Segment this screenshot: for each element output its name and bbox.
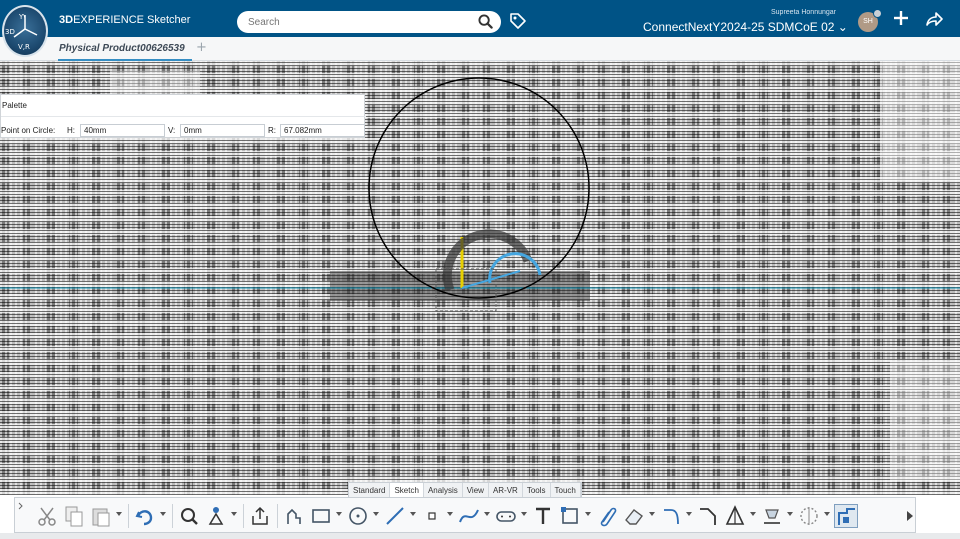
undo-icon[interactable] — [133, 504, 157, 528]
sketcher-window: 3DEXPERIENCE Sketcher Supreeta Honnungar… — [0, 0, 960, 539]
tab-ar-vr[interactable]: AR-VR — [489, 483, 523, 498]
large-circle — [368, 77, 590, 299]
sketch-palette: Palette Point on Circle: H: 40mm V: 0mm … — [0, 94, 366, 138]
toolbar-separator — [128, 504, 129, 528]
h-field[interactable]: 40mm — [80, 124, 165, 137]
user-select-icon[interactable] — [204, 504, 228, 528]
slot-icon[interactable] — [494, 504, 518, 528]
tab-view[interactable]: View — [463, 483, 489, 498]
exit-sketch-icon[interactable] — [834, 504, 858, 528]
dropdown-caret-icon[interactable] — [824, 512, 830, 516]
v-field[interactable]: 0mm — [180, 124, 265, 137]
toolbar-grip-icon[interactable] — [18, 501, 24, 529]
paste-icon[interactable] — [89, 504, 113, 528]
profile-icon[interactable] — [282, 504, 306, 528]
search-box[interactable] — [237, 11, 501, 33]
dropdown-caret-icon[interactable] — [649, 512, 655, 516]
status-strip — [0, 533, 960, 539]
toolbar-separator — [243, 504, 244, 528]
zoom-area-icon[interactable] — [177, 504, 201, 528]
r-field[interactable]: 67.082mm — [280, 124, 365, 137]
constraint-icon[interactable] — [723, 504, 747, 528]
compass-icon[interactable]: Y\ 3D V,R — [2, 5, 48, 57]
point-on-circle-label: Point on Circle: — [1, 126, 56, 135]
top-bar: 3DEXPERIENCE Sketcher Supreeta Honnungar… — [0, 0, 960, 37]
avatar[interactable]: SH — [858, 9, 882, 32]
share-icon[interactable] — [925, 11, 943, 27]
corner-icon[interactable] — [558, 504, 582, 528]
document-tab-bar: Physical Product00626539 + — [0, 37, 960, 61]
cut-icon[interactable] — [35, 504, 59, 528]
palette-divider — [1, 116, 366, 117]
copy-icon[interactable] — [62, 504, 86, 528]
user-name: Supreeta Honnungar — [771, 9, 836, 16]
rectangle-icon[interactable] — [309, 504, 333, 528]
dropdown-caret-icon[interactable] — [447, 512, 453, 516]
dropdown-caret-icon[interactable] — [686, 512, 692, 516]
tag-icon[interactable] — [509, 12, 527, 30]
dropdown-caret-icon[interactable] — [373, 512, 379, 516]
eraser-icon[interactable] — [622, 504, 646, 528]
project-icon[interactable] — [760, 504, 784, 528]
search-input[interactable] — [248, 14, 468, 30]
tab-physical-product[interactable]: Physical Product00626539 — [58, 41, 192, 61]
dropdown-caret-icon[interactable] — [410, 512, 416, 516]
tab-standard[interactable]: Standard — [349, 483, 391, 498]
point-icon[interactable] — [420, 504, 444, 528]
chevron-down-icon[interactable]: ⌄ — [838, 20, 848, 34]
line-icon[interactable] — [383, 504, 407, 528]
tab-sketch[interactable]: Sketch — [390, 483, 424, 498]
more-tools-icon[interactable] — [905, 510, 915, 522]
dropdown-caret-icon[interactable] — [336, 512, 342, 516]
h-label: H: — [67, 126, 75, 135]
dropdown-caret-icon[interactable] — [160, 512, 166, 516]
add-tab-icon[interactable]: + — [196, 40, 207, 55]
search-icon[interactable] — [478, 14, 493, 29]
plus-icon[interactable] — [892, 9, 910, 27]
app-name: Sketcher — [147, 14, 191, 26]
text-icon[interactable] — [531, 504, 555, 528]
dropdown-caret-icon[interactable] — [787, 512, 793, 516]
v-label: V: — [168, 126, 176, 135]
dropdown-caret-icon[interactable] — [116, 512, 122, 516]
export-icon[interactable] — [248, 504, 272, 528]
spline-icon[interactable] — [457, 504, 481, 528]
dropdown-caret-icon[interactable] — [231, 512, 237, 516]
action-bar-sections: Standard Sketch Analysis View AR-VR Tools Touc… — [348, 482, 582, 498]
notification-badge — [873, 9, 882, 18]
chamfer-icon[interactable] — [696, 504, 720, 528]
small-arc — [442, 229, 533, 292]
toolbar-separator — [277, 504, 278, 528]
app-brand: 3DEXPERIENCE Sketcher — [59, 14, 191, 26]
dropdown-caret-icon[interactable] — [585, 512, 591, 516]
tab-tools[interactable]: Tools — [523, 483, 551, 498]
circle-icon[interactable] — [346, 504, 370, 528]
r-label: R: — [268, 126, 276, 135]
action-bar — [14, 497, 916, 533]
tab-touch[interactable]: Touch — [551, 483, 581, 498]
toolbar-separator — [172, 504, 173, 528]
tab-analysis[interactable]: Analysis — [424, 483, 463, 498]
arc-icon[interactable] — [659, 504, 683, 528]
dropdown-caret-icon[interactable] — [750, 512, 756, 516]
dropdown-caret-icon[interactable] — [521, 512, 527, 516]
collaborative-space-selector[interactable]: ConnectNextY2024-25 SDMCoE 02 ⌄ — [643, 20, 848, 34]
palette-title: Palette — [2, 101, 27, 110]
symmetry-icon[interactable] — [797, 504, 821, 528]
dropdown-caret-icon[interactable] — [484, 512, 490, 516]
paperclip-icon[interactable] — [595, 504, 619, 528]
